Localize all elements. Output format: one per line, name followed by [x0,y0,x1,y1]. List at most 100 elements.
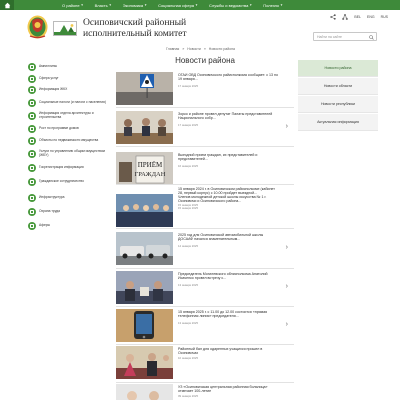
right-sidebar: Новости района Новости области Новости р… [298,60,378,132]
divider [116,184,294,185]
news-thumbnail [116,232,173,265]
sidebar-item-district-news[interactable]: Новости района [298,60,378,77]
news-date: 17 января 2025 [178,84,198,88]
sidebar-item-infrastructure[interactable]: Инфраструктура [28,194,108,202]
svg-text:ПРИЁМ: ПРИЁМ [138,161,163,169]
news-headline: УЗ «Осиповичская центральная районная бо… [178,385,268,394]
category-icon [28,137,36,145]
chevron-down-icon: ▼ [195,3,199,7]
news-date: 13 января 2025 [178,321,198,325]
sidebar-item-region-news[interactable]: Новости области [298,78,378,95]
sidebar-item-housing-program[interactable]: Рост по программе домов [28,125,108,133]
breadcrumb-home[interactable]: Главная [166,47,179,51]
news-headline: Председатель Могилевского облисполкома А… [178,272,268,281]
news-date: 14 января 2025 [178,244,198,248]
news-date: 15 января 2025 [178,206,198,210]
nav-item-power[interactable]: Власть ▼ [95,3,112,8]
category-icon [28,99,36,107]
chevron-down-icon: ▼ [144,3,148,7]
chevron-down-icon: ▼ [108,3,112,7]
divider [116,146,294,147]
news-item[interactable]: 15 января 2025 г. с 11.00 до 12.00 состо… [116,309,294,344]
news-item[interactable]: Председатель Могилевского облисполкома А… [116,271,294,306]
chevron-right-icon[interactable]: › [286,244,288,251]
top-navigation-bar: О районе ▼ Власть ▼ Экономика ▼ Социальная … [0,0,400,10]
news-thumbnail [116,271,173,304]
news-item[interactable]: Зорко и районе провел депутат Палаты пре… [116,111,294,146]
chevron-right-icon[interactable]: › [286,123,288,130]
news-item[interactable]: УЗ «Осиповичская центральная районная бо… [116,384,294,400]
news-item[interactable]: ОГАИ ОВД Осиповичского райисполкома сооб… [116,72,294,107]
chevron-right-icon[interactable]: › [286,283,288,290]
news-headline: Выездной прием граждан, их представителе… [178,153,258,162]
search-icon[interactable] [369,34,374,40]
sidebar-item-social-taxes[interactable]: Социальные налоги (и налоги с населения) [28,99,108,107]
news-thumbnail [116,384,173,400]
svg-text:ГРАЖДАН: ГРАЖДАН [135,171,166,178]
category-icon [28,150,36,158]
organization-name[interactable]: Осиповичский районный исполнительный ком… [83,17,187,39]
sidebar-item-scams[interactable]: Аферы [28,222,108,230]
search-placeholder: Найти на сайте [317,35,342,39]
sidebar-item-civil-cooperation[interactable]: Гражданское сотрудничество [28,178,108,186]
sidebar-item-ampillins[interactable]: Ампиллины [28,63,108,71]
news-thumbnail [116,194,173,227]
news-date: 16 января 2025 [178,164,198,168]
divider [116,107,294,108]
news-thumbnail [116,111,173,144]
nav-item-about[interactable]: О районе ▼ [62,3,84,8]
news-item[interactable]: ПРИЁМ ГРАЖДАН Выездной прием граждан, их… [116,152,294,187]
sidebar-item-registration[interactable]: Госрегистрация информация [28,164,108,172]
sidebar-item-property-management[interactable]: Услуги по управлению общим имуществом (Ж… [28,149,108,158]
divider [116,306,294,307]
sidebar-item-services[interactable]: Сфера услуг [28,75,108,83]
news-item[interactable]: Членов молодежной детской школы искусств… [116,194,294,229]
page-title: Новости района [175,56,235,65]
news-headline: 15 января 2025 г. с 11.00 до 12.00 состо… [178,310,268,319]
nav-item-useful[interactable]: Полезно ▼ [263,3,283,8]
chevron-down-icon: ▼ [80,3,84,7]
news-thumbnail [116,309,173,342]
sitemap-icon[interactable] [342,14,349,20]
chevron-right-icon[interactable]: › [286,321,288,328]
chevron-down-icon: ▼ [249,3,253,7]
language-bel[interactable]: BEL [354,15,361,19]
breadcrumb-current: Новости района [208,47,235,51]
language-rus[interactable]: RUS [381,15,388,19]
news-thumbnail [116,346,173,379]
search-input[interactable]: Найти на сайте [313,32,377,41]
divider [116,268,294,269]
coat-of-arms-emblem[interactable] [27,15,48,39]
home-button[interactable] [0,0,14,10]
category-icon [28,75,36,83]
breadcrumb: Главная » Новости » Новости района [166,47,235,51]
share-icon[interactable] [330,14,337,20]
category-icon [28,86,36,94]
sidebar-item-housing[interactable]: Информация ЖКХ [28,86,108,94]
news-date: 09 января 2025 [178,394,198,398]
sidebar-item-architecture[interactable]: Информация отдела архитектуры и строител… [28,111,108,120]
district-flag [53,21,77,36]
nav-item-economy[interactable]: Экономика ▼ [123,3,147,8]
category-icon [28,164,36,172]
breadcrumb-news[interactable]: Новости [187,47,201,51]
nav-item-services[interactable]: Службы и ведомства ▼ [209,3,252,8]
sidebar-item-real-estate[interactable]: Объекты по недвижимости имущества [28,137,108,145]
category-icon [28,208,36,216]
category-icon [28,63,36,71]
language-eng[interactable]: ENG [367,15,375,19]
nav-item-social[interactable]: Социальная сфера ▼ [158,3,198,8]
news-item[interactable]: 2025 год для Осиповичской автомобильной … [116,232,294,267]
divider [116,382,294,383]
news-headline: 2025 год для Осиповичской автомобильной … [178,233,264,242]
divider [116,344,294,345]
news-date: 10 января 2025 [178,356,198,360]
news-item[interactable]: Районный бал для одаренных учащихся прош… [116,346,294,381]
category-icon [28,194,36,202]
category-icon [28,222,36,230]
news-date: 13 января 2025 [178,283,198,287]
sidebar-item-actual-info[interactable]: Актуальная информация [298,114,378,131]
sidebar-item-republic-news[interactable]: Новости республики [298,96,378,113]
sidebar-item-labor-safety[interactable]: Охрана труда [28,208,108,216]
chevron-down-icon: ▼ [280,3,284,7]
